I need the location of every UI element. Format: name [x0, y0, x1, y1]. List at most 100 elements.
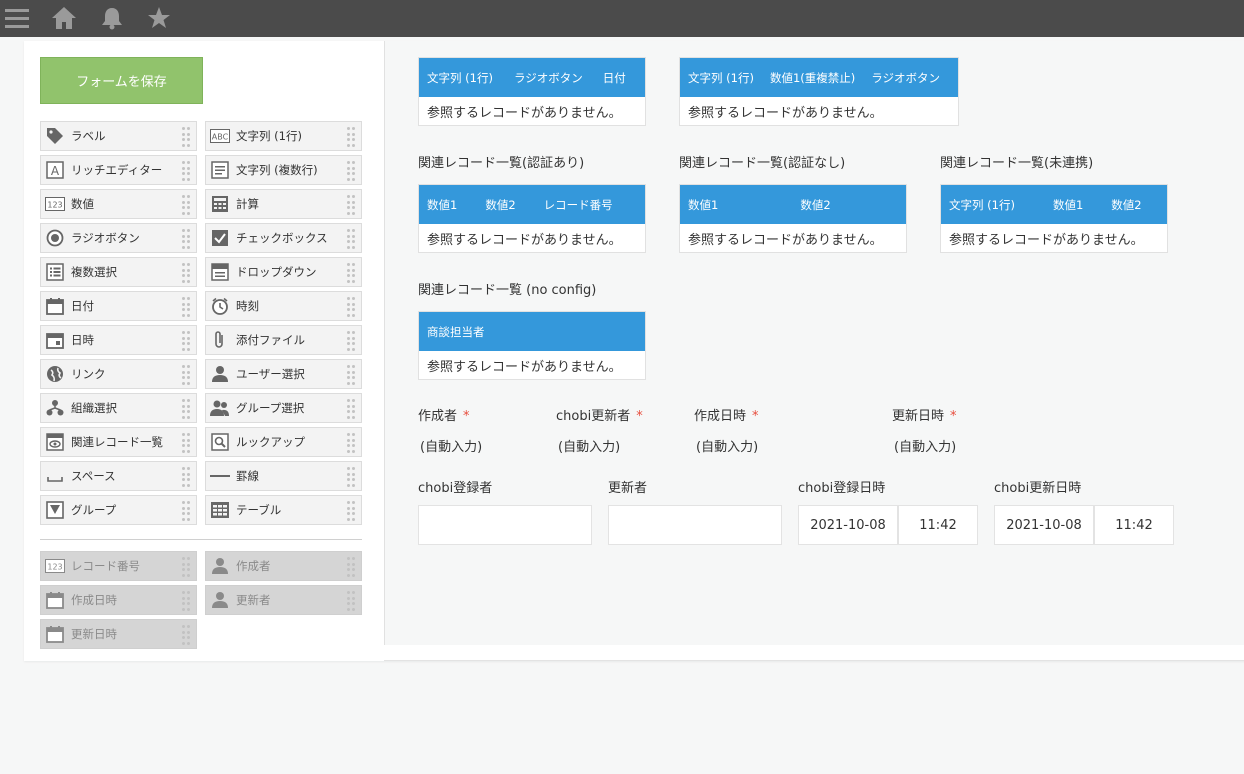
drag-handle-icon[interactable] — [347, 297, 357, 317]
related-table-top-1[interactable]: 文字列 (1行) ラジオボタン 日付 参照するレコードがありません。 — [418, 57, 646, 126]
required-mark: * — [752, 409, 759, 424]
palette-item[interactable]: ラジオボタン — [40, 223, 197, 253]
related-list-noconfig[interactable]: 商談担当者 参照するレコードがありません。 — [418, 311, 646, 380]
drag-handle-icon[interactable] — [347, 195, 357, 215]
drag-handle-icon[interactable] — [182, 591, 192, 611]
palette-item[interactable]: グループ — [40, 495, 197, 525]
drag-handle-icon[interactable] — [182, 263, 192, 283]
home-icon[interactable] — [49, 5, 79, 31]
palette-item[interactable]: 文字列 (複数行) — [205, 155, 362, 185]
palette-item-label: チェックボックス — [236, 231, 328, 245]
field-label-chobi-registrant[interactable]: chobi登録者 — [418, 477, 492, 496]
palette-item[interactable]: ユーザー選択 — [205, 359, 362, 389]
field-label-created-at[interactable]: 作成日時 * — [694, 405, 759, 424]
time-input[interactable]: 11:42 — [898, 505, 978, 545]
palette-item[interactable]: ドロップダウン — [205, 257, 362, 287]
drag-handle-icon[interactable] — [182, 433, 192, 453]
palette-item[interactable]: ABC 文字列 (1行) — [205, 121, 362, 151]
drag-handle-icon[interactable] — [347, 591, 357, 611]
drag-handle-icon[interactable] — [347, 127, 357, 147]
bell-icon[interactable] — [97, 5, 127, 31]
related-list-noauth[interactable]: 数値1 数値2 参照するレコードがありません。 — [679, 184, 907, 253]
palette-item[interactable]: A リッチエディター — [40, 155, 197, 185]
palette-item[interactable]: テーブル — [205, 495, 362, 525]
palette-item-label: 文字列 (複数行) — [236, 163, 318, 177]
palette-item[interactable]: 更新日時 — [40, 619, 197, 649]
drag-handle-icon[interactable] — [182, 365, 192, 385]
required-mark: * — [463, 409, 470, 424]
updater-input[interactable] — [608, 505, 782, 545]
palette-item[interactable]: リンク — [40, 359, 197, 389]
related-table-top-2[interactable]: 文字列 (1行) 数値1(重複禁止) ラジオボタン 参照するレコードがありません… — [679, 57, 959, 126]
palette-item-label: リッチエディター — [71, 163, 163, 177]
drag-handle-icon[interactable] — [182, 127, 192, 147]
palette-item[interactable]: 作成者 — [205, 551, 362, 581]
drag-handle-icon[interactable] — [182, 331, 192, 351]
drag-handle-icon[interactable] — [182, 625, 192, 645]
date-input[interactable]: 2021-10-08 — [994, 505, 1094, 545]
palette-item[interactable]: 時刻 — [205, 291, 362, 321]
drag-handle-icon[interactable] — [182, 297, 192, 317]
drag-handle-icon[interactable] — [347, 331, 357, 351]
drag-handle-icon[interactable] — [182, 501, 192, 521]
palette-item[interactable]: 更新者 — [205, 585, 362, 615]
palette-item[interactable]: スペース — [40, 461, 197, 491]
palette-item[interactable]: 複数選択 — [40, 257, 197, 287]
auto-value: (自動入力) — [894, 440, 957, 455]
menu-icon[interactable] — [2, 5, 32, 31]
palette-item[interactable]: チェックボックス — [205, 223, 362, 253]
palette-item-label: 更新者 — [236, 593, 271, 607]
related-list-unlinked[interactable]: 文字列 (1行) 数値1 数値2 参照するレコードがありません。 — [940, 184, 1168, 253]
drag-handle-icon[interactable] — [347, 501, 357, 521]
related-list-title: 関連レコード一覧(認証あり) — [418, 156, 585, 171]
drag-handle-icon[interactable] — [347, 399, 357, 419]
chobi-registrant-input[interactable] — [418, 505, 592, 545]
palette-item[interactable]: 罫線 — [205, 461, 362, 491]
drag-handle-icon[interactable] — [347, 161, 357, 181]
field-label-updater[interactable]: 更新者 — [608, 477, 647, 496]
palette-item[interactable]: 計算 — [205, 189, 362, 219]
drag-handle-icon[interactable] — [347, 229, 357, 249]
drag-handle-icon[interactable] — [182, 195, 192, 215]
drag-handle-icon[interactable] — [182, 399, 192, 419]
column-header: 商談担当者 — [427, 324, 485, 339]
field-label-chobi-updated-at[interactable]: chobi更新日時 — [994, 477, 1081, 496]
palette-item[interactable]: 123 数値 — [40, 189, 197, 219]
drag-handle-icon[interactable] — [182, 467, 192, 487]
star-icon[interactable] — [144, 5, 174, 31]
drag-handle-icon[interactable] — [347, 467, 357, 487]
save-form-button[interactable]: フォームを保存 — [40, 57, 203, 104]
palette-item[interactable]: 日付 — [40, 291, 197, 321]
palette-item[interactable]: 組織選択 — [40, 393, 197, 423]
field-label-chobi-registered-at[interactable]: chobi登録日時 — [798, 477, 885, 496]
svg-text:123: 123 — [47, 563, 62, 572]
drag-handle-icon[interactable] — [347, 557, 357, 577]
palette-item[interactable]: ルックアップ — [205, 427, 362, 457]
palette-item[interactable]: 添付ファイル — [205, 325, 362, 355]
palette-item-label: 組織選択 — [71, 401, 117, 415]
time-input[interactable]: 11:42 — [1094, 505, 1174, 545]
palette-item-label: 計算 — [236, 197, 259, 211]
related-list-auth[interactable]: 数値1 数値2 レコード番号 参照するレコードがありません。 — [418, 184, 646, 253]
palette-item[interactable]: グループ選択 — [205, 393, 362, 423]
palette-item[interactable]: 関連レコード一覧 — [40, 427, 197, 457]
drag-handle-icon[interactable] — [347, 433, 357, 453]
drag-handle-icon[interactable] — [182, 161, 192, 181]
field-label-chobi-updater[interactable]: chobi更新者 * — [556, 405, 643, 424]
palette-item[interactable]: ラベル — [40, 121, 197, 151]
table-header: 文字列 (1行) ラジオボタン 日付 — [419, 58, 645, 97]
palette-item[interactable]: 123 レコード番号 — [40, 551, 197, 581]
drag-handle-icon[interactable] — [182, 229, 192, 249]
column-header: 日付 — [602, 70, 626, 85]
palette-item[interactable]: 作成日時 — [40, 585, 197, 615]
related-list-title: 関連レコード一覧 (no config) — [418, 283, 597, 298]
drag-handle-icon[interactable] — [347, 365, 357, 385]
field-label-creator[interactable]: 作成者 * — [418, 405, 470, 424]
abc-icon: ABC — [210, 126, 230, 146]
calendar-icon — [45, 624, 65, 644]
drag-handle-icon[interactable] — [347, 263, 357, 283]
field-label-updated-at[interactable]: 更新日時 * — [892, 405, 957, 424]
date-input[interactable]: 2021-10-08 — [798, 505, 898, 545]
palette-item[interactable]: 日時 — [40, 325, 197, 355]
drag-handle-icon[interactable] — [182, 557, 192, 577]
